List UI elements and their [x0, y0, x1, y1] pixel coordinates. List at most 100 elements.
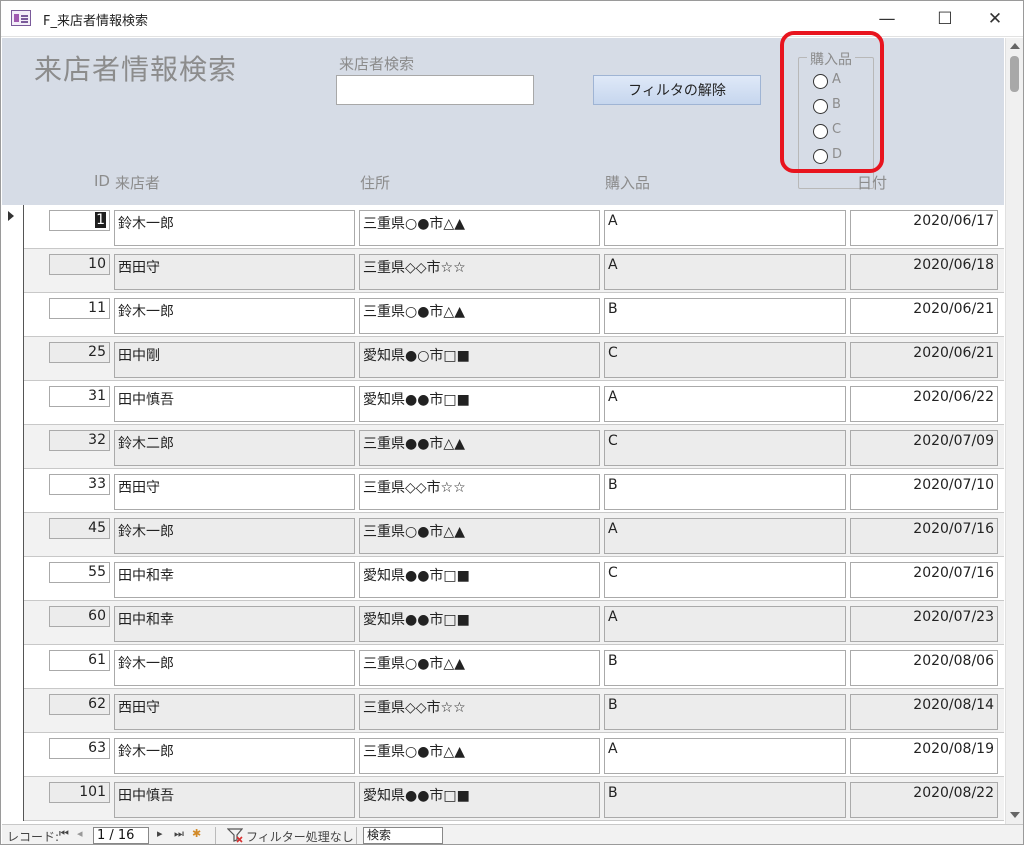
- visitor-name-field[interactable]: 鈴木一郎: [114, 518, 355, 554]
- visitor-name-field[interactable]: 鈴木一郎: [114, 298, 355, 334]
- visitor-name-field[interactable]: 西田守: [114, 694, 355, 730]
- record-row[interactable]: 32 鈴木二郎 三重県●●市△▲ C 2020/07/09: [2, 425, 1004, 469]
- next-record-icon[interactable]: ▸: [157, 827, 163, 840]
- id-field[interactable]: 10: [49, 254, 110, 275]
- date-field[interactable]: 2020/06/22: [850, 386, 998, 422]
- address-field[interactable]: 三重県◇◇市☆☆: [359, 474, 600, 510]
- id-field[interactable]: 45: [49, 518, 110, 539]
- purchase-item-field[interactable]: B: [604, 474, 846, 510]
- option-c[interactable]: C: [813, 121, 869, 141]
- id-field[interactable]: 101: [49, 782, 110, 803]
- record-row[interactable]: 10 西田守 三重県◇◇市☆☆ A 2020/06/18: [2, 249, 1004, 293]
- record-selector[interactable]: [2, 337, 24, 381]
- address-field[interactable]: 三重県◇◇市☆☆: [359, 254, 600, 290]
- filter-icon[interactable]: [227, 827, 243, 843]
- address-field[interactable]: 愛知県●●市□■: [359, 606, 600, 642]
- visitor-name-field[interactable]: 鈴木一郎: [114, 650, 355, 686]
- new-record-icon[interactable]: ✱: [192, 827, 201, 840]
- record-row[interactable]: 25 田中剛 愛知県●○市□■ C 2020/06/21: [2, 337, 1004, 381]
- record-row[interactable]: 31 田中慎吾 愛知県●●市□■ A 2020/06/22: [2, 381, 1004, 425]
- visitor-name-field[interactable]: 西田守: [114, 254, 355, 290]
- date-field[interactable]: 2020/07/16: [850, 562, 998, 598]
- id-field[interactable]: 1: [49, 210, 110, 231]
- radio-d[interactable]: [813, 149, 828, 164]
- option-b[interactable]: B: [813, 96, 869, 116]
- visitor-name-field[interactable]: 鈴木一郎: [114, 738, 355, 774]
- id-field[interactable]: 25: [49, 342, 110, 363]
- record-selector[interactable]: [2, 645, 24, 689]
- visitor-name-field[interactable]: 田中和幸: [114, 562, 355, 598]
- id-field[interactable]: 33: [49, 474, 110, 495]
- date-field[interactable]: 2020/08/22: [850, 782, 998, 818]
- visitor-name-field[interactable]: 田中慎吾: [114, 782, 355, 818]
- record-selector[interactable]: [2, 469, 24, 513]
- filter-status[interactable]: フィルター処理なし: [246, 828, 354, 844]
- last-record-icon[interactable]: ⏭: [174, 827, 184, 841]
- minimize-button[interactable]: —: [861, 1, 913, 37]
- record-row[interactable]: 61 鈴木一郎 三重県○●市△▲ B 2020/08/06: [2, 645, 1004, 689]
- purchase-item-field[interactable]: A: [604, 386, 846, 422]
- option-a[interactable]: A: [813, 71, 869, 91]
- radio-a[interactable]: [813, 74, 828, 89]
- purchase-item-field[interactable]: A: [604, 254, 846, 290]
- scroll-thumb[interactable]: [1010, 56, 1019, 92]
- close-button[interactable]: ✕: [969, 1, 1021, 37]
- date-field[interactable]: 2020/07/23: [850, 606, 998, 642]
- address-field[interactable]: 三重県●●市△▲: [359, 430, 600, 466]
- id-field[interactable]: 60: [49, 606, 110, 627]
- address-field[interactable]: 三重県○●市△▲: [359, 738, 600, 774]
- id-field[interactable]: 11: [49, 298, 110, 319]
- scroll-up-arrow-icon[interactable]: [1010, 43, 1020, 49]
- scroll-down-arrow-icon[interactable]: [1010, 812, 1020, 818]
- address-field[interactable]: 三重県○●市△▲: [359, 650, 600, 686]
- date-field[interactable]: 2020/06/21: [850, 342, 998, 378]
- id-field[interactable]: 32: [49, 430, 110, 451]
- address-field[interactable]: 三重県○●市△▲: [359, 210, 600, 246]
- address-field[interactable]: 三重県◇◇市☆☆: [359, 694, 600, 730]
- purchase-item-field[interactable]: B: [604, 782, 846, 818]
- record-selector[interactable]: [2, 557, 24, 601]
- previous-record-icon[interactable]: ◂: [77, 827, 83, 840]
- first-record-icon[interactable]: ⏮: [59, 827, 69, 841]
- purchase-item-field[interactable]: C: [604, 562, 846, 598]
- id-field[interactable]: 62: [49, 694, 110, 715]
- record-selector[interactable]: [2, 381, 24, 425]
- purchase-item-field[interactable]: A: [604, 738, 846, 774]
- date-field[interactable]: 2020/07/09: [850, 430, 998, 466]
- visitor-name-field[interactable]: 田中和幸: [114, 606, 355, 642]
- record-selector[interactable]: [2, 205, 24, 249]
- visitor-search-input[interactable]: [336, 75, 534, 105]
- record-row[interactable]: 63 鈴木一郎 三重県○●市△▲ A 2020/08/19: [2, 733, 1004, 777]
- purchase-item-field[interactable]: B: [604, 650, 846, 686]
- record-selector[interactable]: [2, 425, 24, 469]
- purchase-item-field[interactable]: B: [604, 298, 846, 334]
- record-row[interactable]: 1 鈴木一郎 三重県○●市△▲ A 2020/06/17: [2, 205, 1004, 249]
- id-field[interactable]: 31: [49, 386, 110, 407]
- date-field[interactable]: 2020/06/21: [850, 298, 998, 334]
- purchase-item-field[interactable]: A: [604, 210, 846, 246]
- address-field[interactable]: 愛知県●●市□■: [359, 562, 600, 598]
- purchase-item-field[interactable]: A: [604, 518, 846, 554]
- date-field[interactable]: 2020/08/14: [850, 694, 998, 730]
- record-row[interactable]: 55 田中和幸 愛知県●●市□■ C 2020/07/16: [2, 557, 1004, 601]
- id-field[interactable]: 55: [49, 562, 110, 583]
- record-selector[interactable]: [2, 601, 24, 645]
- clear-filter-button[interactable]: フィルタの解除: [593, 75, 761, 105]
- date-field[interactable]: 2020/06/18: [850, 254, 998, 290]
- date-field[interactable]: 2020/07/16: [850, 518, 998, 554]
- record-selector[interactable]: [2, 293, 24, 337]
- purchase-item-field[interactable]: A: [604, 606, 846, 642]
- record-search-field[interactable]: 検索: [363, 827, 443, 844]
- record-position-field[interactable]: 1 / 16: [93, 827, 149, 844]
- option-d[interactable]: D: [813, 146, 869, 166]
- address-field[interactable]: 愛知県●●市□■: [359, 782, 600, 818]
- record-selector[interactable]: [2, 733, 24, 777]
- visitor-name-field[interactable]: 鈴木二郎: [114, 430, 355, 466]
- purchase-item-field[interactable]: C: [604, 342, 846, 378]
- purchase-item-field[interactable]: C: [604, 430, 846, 466]
- visitor-name-field[interactable]: 田中剛: [114, 342, 355, 378]
- address-field[interactable]: 愛知県●●市□■: [359, 386, 600, 422]
- record-row[interactable]: 62 西田守 三重県◇◇市☆☆ B 2020/08/14: [2, 689, 1004, 733]
- record-selector[interactable]: [2, 777, 24, 821]
- record-row[interactable]: 33 西田守 三重県◇◇市☆☆ B 2020/07/10: [2, 469, 1004, 513]
